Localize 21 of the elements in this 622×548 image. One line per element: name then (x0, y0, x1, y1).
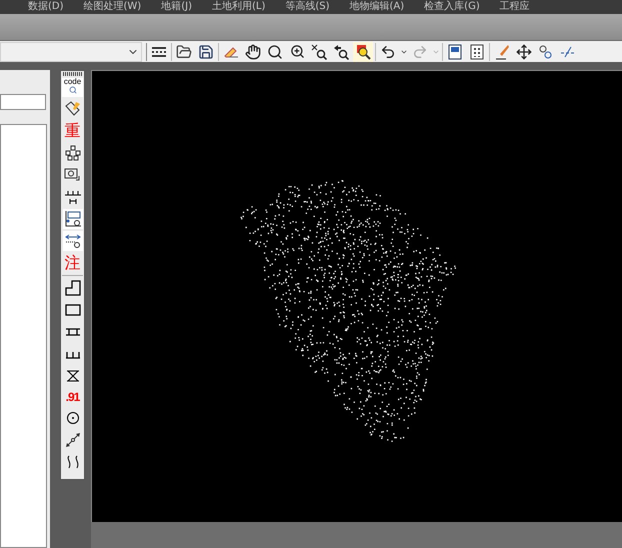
zoom-extents-icon[interactable] (309, 42, 329, 62)
move-icon[interactable] (514, 42, 534, 62)
menu-item[interactable]: 工程应 (500, 1, 530, 13)
code-search-button[interactable]: code (62, 78, 83, 97)
dots-icon[interactable] (62, 143, 82, 163)
hand-icon[interactable] (243, 42, 263, 62)
grip-icon (63, 72, 82, 76)
canvas-scroll-bar[interactable] (91, 522, 622, 548)
menu-item[interactable]: 地物编辑(A) (350, 1, 404, 13)
input-field[interactable] (0, 94, 46, 110)
menu-item[interactable]: 土地利用(L) (212, 1, 266, 13)
coordinate-search-icon[interactable] (62, 209, 82, 229)
menu-item[interactable]: 地籍(J) (161, 1, 192, 13)
menu-item[interactable]: 检查入库(G) (424, 1, 480, 13)
step-shape-icon[interactable] (62, 278, 82, 298)
distance-search-icon[interactable] (62, 231, 82, 251)
zoom-color-icon[interactable] (353, 42, 373, 62)
menu-item[interactable]: 绘图处理(W) (84, 1, 142, 13)
menu-item[interactable]: 数据(D) (28, 1, 64, 13)
menu-item[interactable]: 等高线(S) (285, 1, 330, 13)
search-icon (68, 86, 76, 94)
